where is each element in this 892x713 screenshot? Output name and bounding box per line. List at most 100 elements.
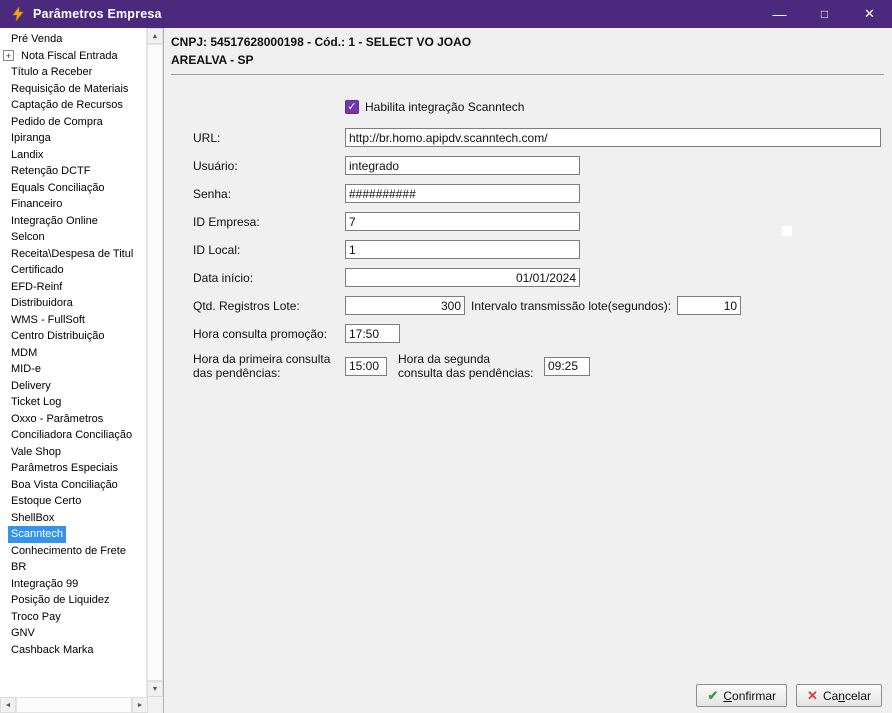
maximize-button[interactable]: □ [802, 0, 847, 28]
hora-primeira-label: Hora da primeira consulta das pendências… [193, 352, 331, 381]
sidebar-item-label: Receita\Despesa de Titul [11, 247, 134, 260]
scroll-down-icon[interactable]: ▼ [147, 681, 163, 697]
scanntech-form: ✓ Habilita integração Scanntech URL: Usu… [193, 100, 884, 381]
horas-pendencias-row: Hora da primeira consulta das pendências… [193, 352, 884, 381]
sidebar-item[interactable]: Pré Venda [0, 31, 146, 48]
horizontal-scroll-track[interactable] [16, 697, 132, 713]
hora-promocao-input[interactable] [345, 324, 400, 343]
sidebar-item[interactable]: GNV [0, 625, 146, 642]
company-header-line1: CNPJ: 54517628000198 - Cód.: 1 - SELECT … [171, 35, 472, 49]
sidebar-item-label: Retenção DCTF [11, 165, 91, 177]
usuario-input[interactable] [345, 156, 580, 175]
vertical-scroll-track[interactable] [147, 44, 163, 681]
sidebar-item[interactable]: Posição de Liquidez [0, 592, 146, 609]
senha-label: Senha: [193, 186, 232, 201]
sidebar-item[interactable]: EFD-Reinf [0, 279, 146, 296]
confirm-label: Confirmar [723, 688, 777, 703]
sidebar-item[interactable]: Retenção DCTF [0, 163, 146, 180]
id-local-label: ID Local: [193, 242, 241, 257]
sidebar-item[interactable]: Integração 99 [0, 576, 146, 593]
sidebar-item[interactable]: Distribuidora [0, 295, 146, 312]
sidebar-item-label: Delivery [11, 379, 51, 392]
footer-buttons: ✔ Confirmar ✕ Cancelar [696, 684, 882, 707]
sidebar-item[interactable]: Financeiro [0, 196, 146, 213]
sidebar-item[interactable]: Ipiranga [0, 130, 146, 147]
integration-checkbox[interactable]: ✓ [345, 100, 359, 114]
integration-checkbox-label: Habilita integração Scanntech [365, 100, 525, 114]
sidebar-item[interactable]: Scanntech [0, 526, 146, 543]
sidebar-item[interactable]: Landix [0, 147, 146, 164]
sidebar-item[interactable]: Conhecimento de Frete [0, 543, 146, 560]
sidebar-item-label: GNV [11, 627, 35, 639]
data-inicio-input[interactable] [345, 268, 580, 287]
sidebar-item[interactable]: Parâmetros Especiais [0, 460, 146, 477]
sidebar-item[interactable]: WMS - FullSoft [0, 312, 146, 329]
hora-primeira-input[interactable] [345, 356, 387, 376]
sidebar-item-label: Scanntech [8, 526, 66, 543]
sidebar-item[interactable]: Selcon [0, 229, 146, 246]
sidebar-item[interactable]: Boa Vista Conciliação [0, 477, 146, 494]
sidebar-item-label: Vale Shop [11, 445, 61, 458]
hora-promocao-label: Hora consulta promoção: [193, 326, 328, 341]
sidebar: Pré Venda + Nota Fiscal Entrada Título a Re… [0, 28, 164, 713]
sidebar-item[interactable]: + Nota Fiscal Entrada [0, 48, 146, 65]
sidebar-item[interactable]: Ticket Log [0, 394, 146, 411]
sidebar-item-label: Integração 99 [11, 577, 79, 590]
sidebar-item-label: Centro Distribuição [11, 330, 105, 342]
scroll-up-icon[interactable]: ▲ [147, 28, 163, 44]
stray-white-square [782, 226, 792, 236]
close-button[interactable]: ✕ [847, 0, 892, 28]
data-inicio-label: Data início: [193, 270, 254, 285]
sidebar-item[interactable]: Certificado [0, 262, 146, 279]
id-empresa-input[interactable] [345, 212, 580, 231]
window-title: Parâmetros Empresa [33, 7, 162, 21]
sidebar-vertical-scrollbar[interactable]: ▲ ▼ [146, 28, 163, 697]
sidebar-item-label: Troco Pay [11, 610, 61, 623]
sidebar-item[interactable]: Título a Receber [0, 64, 146, 81]
sidebar-item-label: Posição de Liquidez [11, 594, 110, 606]
sidebar-item[interactable]: Conciliadora Conciliação [0, 427, 146, 444]
sidebar-item[interactable]: Receita\Despesa de Titul [0, 246, 146, 263]
qtd-registros-input[interactable] [345, 296, 465, 315]
horizontal-scroll-thumb[interactable] [16, 697, 132, 713]
titlebar: Parâmetros Empresa — □ ✕ [0, 0, 892, 28]
sidebar-item[interactable]: Cashback Marka [0, 642, 146, 659]
scroll-right-icon[interactable]: ► [132, 697, 148, 713]
company-header-line2: AREALVA - SP [171, 53, 254, 67]
hora-segunda-label: Hora da segunda consulta das pendências: [398, 352, 534, 381]
scroll-left-icon[interactable]: ◄ [0, 697, 16, 713]
sidebar-item-label: Integração Online [11, 214, 98, 227]
vertical-scroll-thumb[interactable] [147, 44, 163, 681]
senha-input[interactable] [345, 184, 580, 203]
sidebar-item[interactable]: Centro Distribuição [0, 328, 146, 345]
sidebar-item[interactable]: Vale Shop [0, 444, 146, 461]
sidebar-item[interactable]: MID-e [0, 361, 146, 378]
sidebar-item[interactable]: BR [0, 559, 146, 576]
cancel-button[interactable]: ✕ Cancelar [796, 684, 882, 707]
sidebar-horizontal-scrollbar[interactable]: ◄ ► [0, 697, 148, 713]
sidebar-item[interactable]: Pedido de Compra [0, 114, 146, 131]
sidebar-item-label: MID-e [11, 363, 41, 375]
sidebar-item[interactable]: Equals Conciliação [0, 180, 146, 197]
main-panel: CNPJ: 54517628000198 - Cód.: 1 - SELECT … [164, 28, 892, 713]
intervalo-input[interactable] [677, 296, 742, 315]
id-local-row: ID Local: [193, 240, 884, 259]
qtd-registros-label: Qtd. Registros Lote: [193, 298, 300, 313]
sidebar-item[interactable]: Captação de Recursos [0, 97, 146, 114]
sidebar-item[interactable]: Delivery [0, 378, 146, 395]
sidebar-item[interactable]: ShellBox [0, 510, 146, 527]
sidebar-item-label: Estoque Certo [11, 495, 82, 507]
sidebar-item[interactable]: Troco Pay [0, 609, 146, 626]
sidebar-item[interactable]: Requisição de Materiais [0, 81, 146, 98]
confirm-button[interactable]: ✔ Confirmar [696, 684, 788, 707]
hora-segunda-input[interactable] [544, 356, 590, 376]
id-local-input[interactable] [345, 240, 580, 259]
sidebar-item[interactable]: Estoque Certo [0, 493, 146, 510]
sidebar-item-label: Pedido de Compra [11, 115, 103, 128]
url-input[interactable] [345, 128, 881, 147]
sidebar-item[interactable]: MDM [0, 345, 146, 362]
sidebar-item[interactable]: Integração Online [0, 213, 146, 230]
minimize-button[interactable]: — [757, 0, 802, 28]
expand-icon[interactable]: + [3, 50, 14, 62]
sidebar-item[interactable]: Oxxo - Parâmetros [0, 411, 146, 428]
